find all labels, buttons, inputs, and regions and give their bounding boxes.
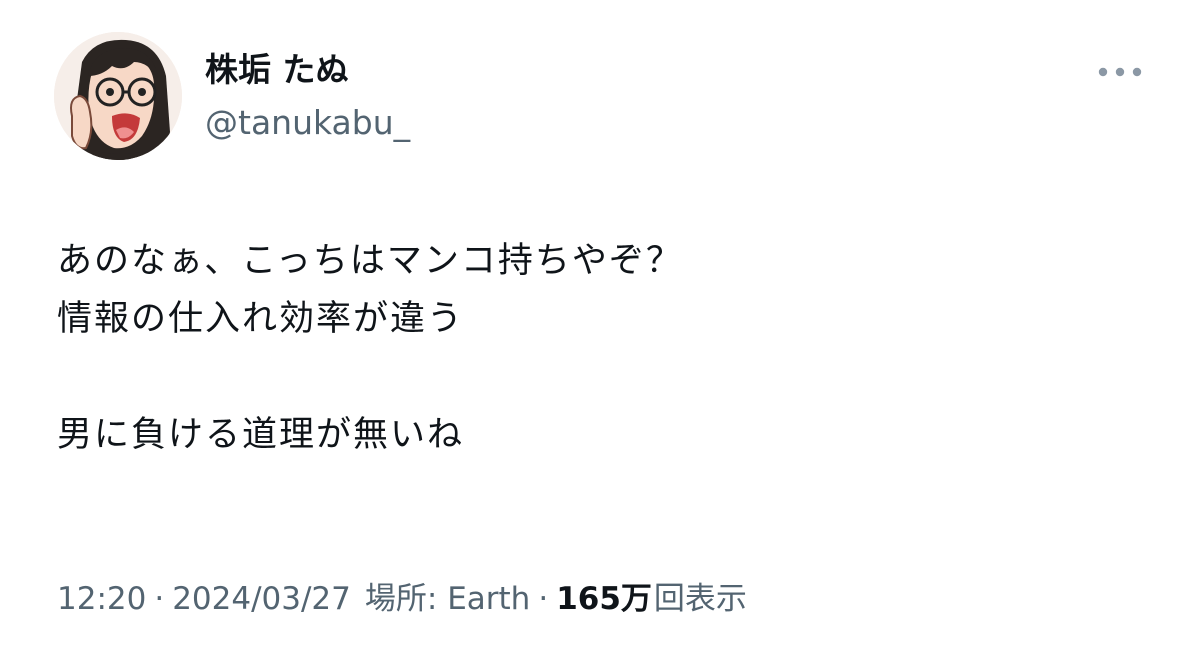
tweet-location: 場所: Earth <box>364 581 531 617</box>
display-name[interactable]: 株垢 たぬ <box>205 50 349 90</box>
tweet-date[interactable]: 2024/03/27 <box>172 577 351 621</box>
tweet-line: 男に負ける道理が無いね <box>57 415 465 455</box>
views-label: 回表示 <box>653 581 747 617</box>
tweet-line: あのなぁ、こっちはマンコ持ちやぞ？ <box>57 241 683 281</box>
tweet-text: あのなぁ、こっちはマンコ持ちやぞ？ 情報の仕入れ効率が違う 男に負ける道理が無い… <box>57 232 1137 464</box>
meta-separator: · <box>154 581 165 617</box>
more-dots-icon <box>1098 67 1142 77</box>
cartoon-avatar-icon <box>54 32 182 160</box>
meta-separator: · <box>538 581 549 617</box>
tweet-line: 情報の仕入れ効率が違う <box>57 299 465 339</box>
tweet-meta: 12:20 · 2024/03/27 場所: Earth · 165万 回表示 <box>57 577 747 621</box>
username[interactable]: @tanukabu_ <box>205 103 410 143</box>
avatar[interactable] <box>54 32 182 160</box>
tweet-time[interactable]: 12:20 <box>57 577 146 621</box>
more-options-button[interactable] <box>1090 52 1150 92</box>
tweet-card: 株垢 たぬ @tanukabu_ あのなぁ、こっちはマンコ持ちやぞ？ 情報の仕入… <box>0 0 1200 646</box>
views-count: 165万 <box>556 581 652 617</box>
